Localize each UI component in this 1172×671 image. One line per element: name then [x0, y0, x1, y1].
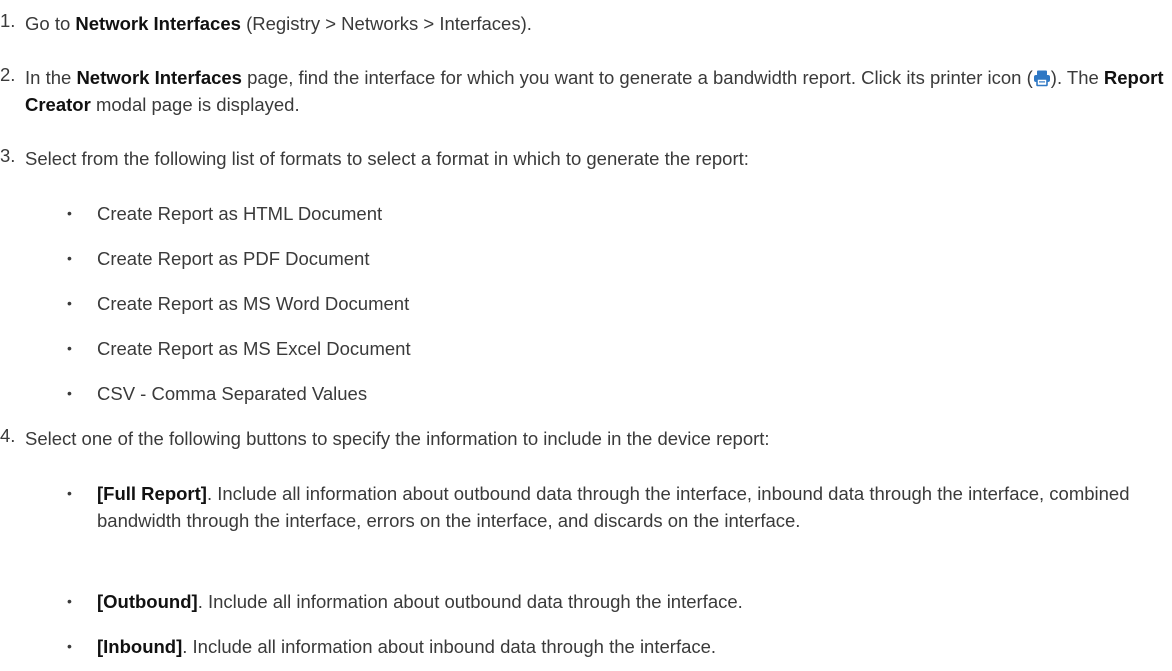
bullet-icon: •	[67, 250, 72, 266]
option-description: . Include all information about outbound…	[197, 591, 743, 612]
bullet-icon: •	[67, 340, 72, 356]
bullet-icon: •	[67, 485, 72, 501]
list-item-text: [Outbound]. Include all information abou…	[97, 588, 1164, 615]
bullet-icon: •	[67, 638, 72, 654]
ui-label-network-interfaces: Network Interfaces	[75, 13, 241, 34]
list-item-text: Create Report as HTML Document	[97, 203, 383, 224]
ui-label-network-interfaces: Network Interfaces	[76, 67, 242, 88]
list-item-text: [Inbound]. Include all information about…	[97, 633, 1164, 660]
bullet-icon: •	[67, 385, 72, 401]
bullet-icon: •	[67, 593, 72, 609]
button-label-full-report: [Full Report]	[97, 483, 207, 504]
list-item-text: Create Report as PDF Document	[97, 248, 370, 269]
bullet-icon: •	[67, 205, 72, 221]
step-text: Go to Network Interfaces (Registry > Net…	[25, 10, 1164, 37]
bullet-icon: •	[67, 295, 72, 311]
step-text: In the Network Interfaces page, find the…	[25, 64, 1164, 118]
step-text-run: page, find the interface for which you w…	[241, 67, 1033, 88]
option-description: . Include all information about inbound …	[182, 636, 717, 657]
document-page: 1. Go to Network Interfaces (Registry > …	[0, 0, 1172, 671]
option-description: . Include all information about outbound…	[97, 483, 1130, 531]
step-text: Select from the following list of format…	[25, 148, 749, 169]
button-label-inbound: [Inbound]	[97, 636, 183, 657]
step-text-run: modal page is displayed.	[90, 94, 300, 115]
step-text-run: In the	[25, 67, 77, 88]
list-item-text: CSV - Comma Separated Values	[97, 383, 368, 404]
step-text-run: (Registry > Networks > Interfaces).	[240, 13, 532, 34]
button-label-outbound: [Outbound]	[97, 591, 198, 612]
step-text-run: Go to	[25, 13, 76, 34]
step-text: Select one of the following buttons to s…	[25, 428, 770, 449]
list-item-text: Create Report as MS Word Document	[97, 293, 410, 314]
printer-icon	[1033, 69, 1051, 87]
list-item-text: Create Report as MS Excel Document	[97, 338, 411, 359]
list-item-text: [Full Report]. Include all information a…	[97, 480, 1164, 534]
step-text-run: ). The	[1050, 67, 1104, 88]
